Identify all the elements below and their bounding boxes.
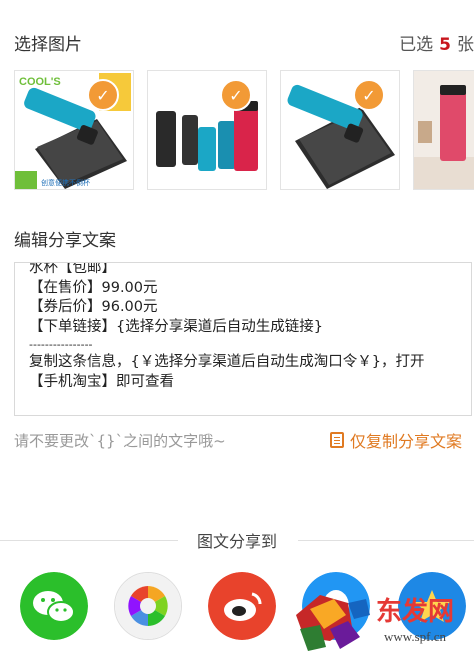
selected-check-icon: ✓ [87,79,119,111]
watermark-url: www.spf.cn [384,629,446,644]
select-images-title: 选择图片 [14,35,82,55]
selected-prefix: 已选 [399,35,434,55]
editor-line: 【券后价】96.00元 [29,299,158,315]
selected-check-icon: ✓ [353,79,385,111]
site-watermark: 东发网 www.spf.cn [290,585,474,657]
copy-share-text-button[interactable]: 仅复制分享文案 [330,428,462,452]
copy-share-text-label: 仅复制分享文案 [350,432,463,451]
selected-check-icon: ✓ [220,79,252,111]
thumb1-slogan: 创意便携不倒杯 [41,178,90,187]
editor-line: ---------------- [29,338,93,351]
weibo-icon [208,572,276,640]
edit-share-text-title: 编辑分享文案 [14,231,116,251]
share-text-editor[interactable]: 水杯【包邮】 【在售价】99.00元 【券后价】96.00元 【下单链接】{选择… [14,262,472,416]
selected-count-number: 5 [439,35,451,55]
editor-line: 水杯【包邮】 [29,262,116,276]
copy-icon [330,432,344,448]
editor-line: 【在售价】99.00元 [29,279,158,296]
wechat-icon [20,572,88,640]
edit-hint: 请不要更改`{}`之间的文字哦~ [14,432,226,450]
editor-line: 【下单链接】{选择分享渠道后自动生成链接} [29,318,323,335]
moments-share-button[interactable] [114,572,182,640]
image-thumbnail-strip: COOL'S 创意便携不倒杯 ✓ ✓ ✓ [14,70,474,190]
watermark-text: 东发网 [376,597,455,626]
wechat-share-button[interactable] [20,572,88,640]
share-to-title: 图文分享到 [196,532,277,551]
image-thumbnail-3[interactable]: ✓ [280,70,400,190]
editor-line: 复制这条信息，{￥选择分享渠道后自动生成淘口令￥}，打开 [29,354,425,370]
image-thumbnail-4[interactable] [413,70,474,190]
editor-line: 【手机淘宝】即可查看 [29,373,174,390]
weibo-share-button[interactable] [208,572,276,640]
thumb1-logo: COOL'S [19,76,61,88]
product-image-pink-bottle [414,71,474,189]
image-thumbnail-1[interactable]: COOL'S 创意便携不倒杯 ✓ [14,70,134,190]
selected-suffix: 张 [457,35,474,55]
moments-icon [115,573,181,639]
selected-count: 已选 5 张 [399,30,474,55]
image-thumbnail-2[interactable]: ✓ [147,70,267,190]
